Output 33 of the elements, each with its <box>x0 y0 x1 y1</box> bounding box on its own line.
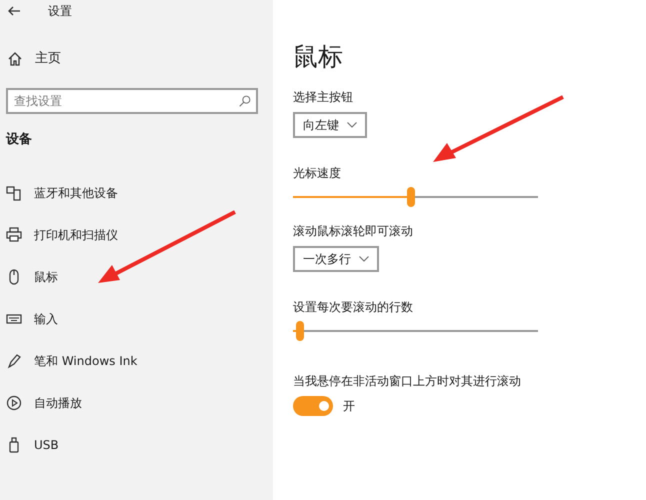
sidebar-item[interactable]: USB <box>0 424 273 466</box>
slider-thumb[interactable] <box>296 321 304 341</box>
sidebar-item[interactable]: 蓝牙和其他设备 <box>0 172 273 214</box>
toggle-switch[interactable] <box>293 396 333 416</box>
slider[interactable] <box>293 186 538 208</box>
sidebar-item[interactable]: 笔和 Windows Ink <box>0 340 273 382</box>
printer-icon <box>6 226 22 242</box>
sidebar-item[interactable]: 自动播放 <box>0 382 273 424</box>
setting-label: 设置每次要滚动的行数 <box>293 299 414 316</box>
sidebar-item[interactable]: 打印机和扫描仪 <box>0 214 273 256</box>
page-title: 鼠标 <box>293 41 344 73</box>
search-icon <box>238 94 252 108</box>
autoplay-icon <box>6 394 22 410</box>
pen-icon <box>6 352 22 368</box>
section-heading: 设备 <box>4 131 33 149</box>
slider-thumb[interactable] <box>406 187 415 207</box>
home-icon <box>7 51 23 67</box>
chevron-icon <box>347 122 357 128</box>
chevron-icon <box>359 256 369 262</box>
setting-label: 滚动鼠标滚轮即可滚动 <box>293 223 414 240</box>
sidebar-item[interactable]: 鼠标 <box>0 256 273 298</box>
setting-label: 光标速度 <box>293 165 342 182</box>
dropdown[interactable]: 一次多行 <box>293 246 379 272</box>
bluetooth-icon <box>6 184 22 200</box>
dropdown[interactable]: 向左键 <box>293 112 367 138</box>
setting-label: 当我悬停在非活动窗口上方时对其进行滚动 <box>293 373 522 390</box>
slider[interactable] <box>293 320 538 342</box>
sidebar-item[interactable]: 输入 <box>0 298 273 340</box>
toggle-state-label: 开 <box>343 398 355 415</box>
setting-label: 选择主按钮 <box>293 89 354 106</box>
search-field[interactable]: 查找设置 <box>6 88 258 114</box>
window-title: 设置 <box>48 3 72 20</box>
home-link[interactable]: 主页 <box>0 48 273 70</box>
